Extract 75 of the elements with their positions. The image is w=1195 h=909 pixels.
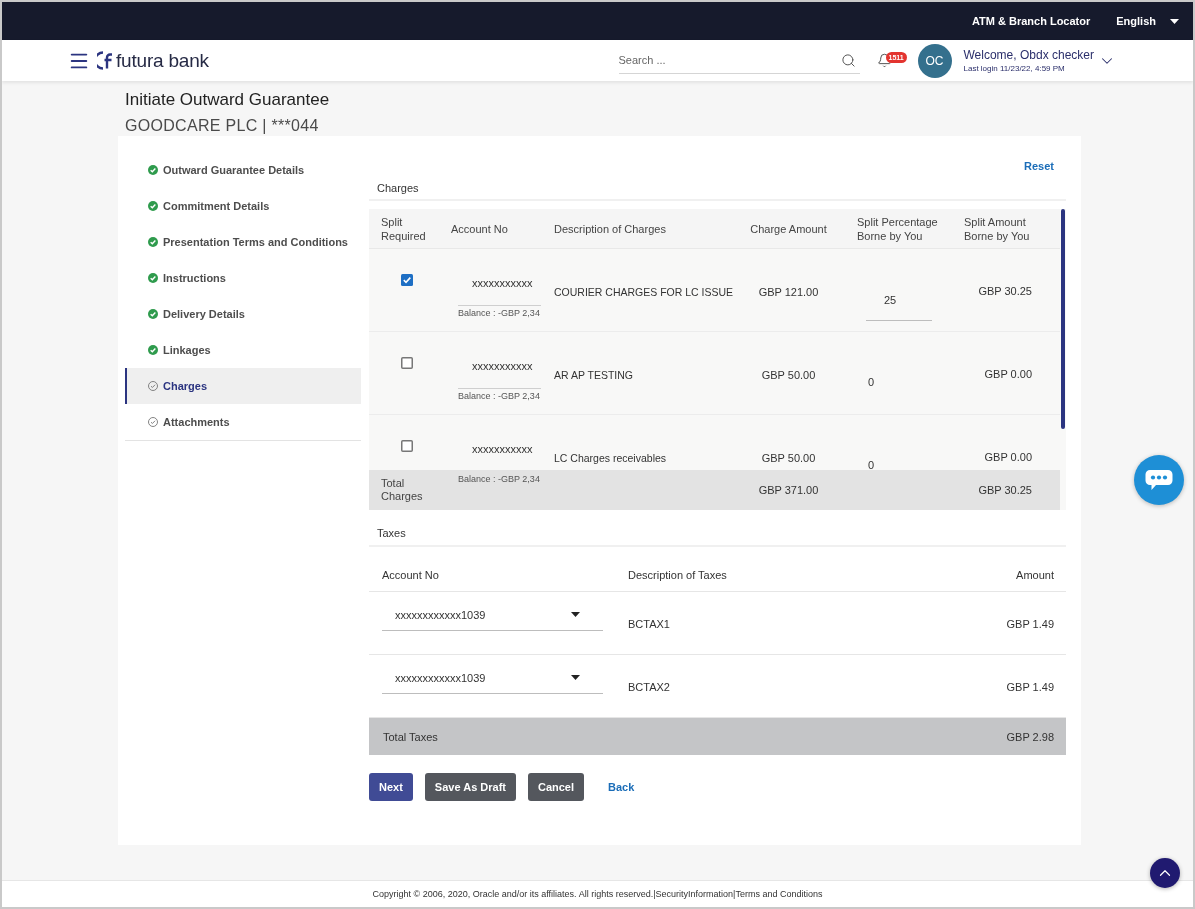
total-charge-amount: GBP 371.00 (758, 483, 819, 497)
footer-link[interactable]: Terms and Conditions (735, 889, 823, 899)
charge-description: COURIER CHARGES FOR LC ISSUE (554, 284, 734, 299)
tax-amount: GBP 1.49 (1006, 616, 1054, 631)
balance-text: Balance : -GBP 2,34 (458, 390, 540, 402)
checkbox[interactable] (401, 357, 413, 369)
column-header: Description of Taxes (628, 568, 727, 582)
charge-amount: GBP 50.00 (761, 450, 816, 465)
scrollbar-thumb[interactable] (1061, 209, 1065, 429)
charge-description: AR AP TESTING (554, 367, 633, 382)
tax-amount: GBP 1.49 (1006, 679, 1054, 694)
search-field[interactable]: Search ... (618, 47, 860, 74)
section-title: Taxes (377, 527, 406, 539)
step-item[interactable]: Presentation Terms and Conditions (125, 224, 361, 260)
back-link[interactable]: Back (608, 781, 635, 793)
checkbox[interactable] (401, 440, 413, 452)
total-tax-amount: GBP 2.98 (1006, 729, 1054, 744)
split-percentage-value: 0 (868, 375, 875, 389)
user-avatar[interactable]: OC (917, 43, 952, 78)
caret-down-icon (571, 612, 580, 617)
split-amount: GBP 0.00 (984, 449, 1032, 464)
language-dropdown[interactable]: English (1116, 15, 1179, 27)
caret-down-icon (571, 675, 580, 680)
split-percentage-value: 0 (868, 458, 875, 472)
action-button[interactable]: Save As Draft (424, 773, 516, 801)
chat-button[interactable] (1134, 455, 1184, 505)
account-dropdown[interactable]: xxxxxxxxxxxx1039 (382, 599, 603, 631)
scroll-top-button[interactable] (1150, 858, 1180, 888)
page-subtitle: GOODCARE PLC | ***044 (124, 116, 320, 136)
account-dropdown[interactable]: xxxxxxxxxxxx1039 (382, 662, 603, 694)
column-header: Split Amount Borne by You (964, 214, 1031, 243)
column-header: Description of Charges (554, 221, 666, 236)
section-title: Charges (377, 182, 419, 194)
total-label: Total Charges (381, 477, 424, 503)
column-header: Split Required (381, 214, 427, 243)
balance-text: Balance : -GBP 2,34 (458, 307, 540, 319)
column-header: Charge Amount (750, 221, 827, 236)
action-button[interactable]: Cancel (527, 773, 585, 801)
caret-down-icon (1170, 18, 1179, 24)
column-header: Split Percentage Borne by You (857, 214, 939, 243)
logo-text: futura bank (116, 49, 209, 72)
step-item[interactable]: Outward Guarantee Details (125, 152, 361, 188)
column-header: Amount (1016, 568, 1054, 582)
step-item[interactable]: Commitment Details (125, 188, 361, 224)
chat-bubble-icon (1145, 469, 1173, 491)
welcome-text: Welcome, Obdx checker (963, 48, 1094, 62)
balance-text: Balance : -GBP 2,34 (458, 473, 540, 485)
account-number-field[interactable]: xxxxxxxxxxx (458, 359, 541, 389)
split-amount: GBP 30.25 (978, 283, 1032, 298)
split-percentage-field[interactable]: 25 (866, 287, 932, 321)
step-item[interactable]: Attachments (125, 404, 361, 440)
total-split-amount: GBP 30.25 (978, 483, 1032, 497)
search-icon[interactable] (840, 52, 856, 68)
reset-link[interactable]: Reset (1024, 160, 1054, 172)
step-item[interactable]: Delivery Details (125, 296, 361, 332)
account-number-field[interactable]: xxxxxxxxxxx (458, 276, 541, 306)
total-label: Total Taxes (383, 729, 438, 744)
split-amount: GBP 0.00 (984, 366, 1032, 381)
page-title: Initiate Outward Guarantee (124, 90, 331, 110)
checkbox[interactable] (401, 274, 413, 286)
next-button[interactable]: Next (369, 773, 413, 801)
step-item[interactable]: Linkages (125, 332, 361, 368)
column-header: Account No (382, 568, 439, 582)
last-login-text: Last login 11/23/22, 4:59 PM (963, 64, 1066, 73)
tax-description: BCTAX1 (628, 616, 670, 631)
column-header: Account No (451, 221, 508, 236)
copyright-text: Copyright © 2006, 2020, Oracle and/or its affiliates. All rights reserved.|SecurityInformation|Terms and Conditions (372, 889, 823, 899)
charge-amount: GBP 50.00 (761, 367, 816, 382)
branch-locator-link[interactable]: ATM & Branch Locator (971, 15, 1091, 27)
charge-amount: GBP 121.00 (758, 284, 819, 299)
logo-icon (97, 51, 113, 70)
step-item[interactable]: Charges (125, 368, 361, 404)
charge-description: LC Charges receivables (554, 450, 667, 465)
step-item[interactable]: Instructions (125, 260, 361, 296)
tax-description: BCTAX2 (628, 679, 670, 694)
